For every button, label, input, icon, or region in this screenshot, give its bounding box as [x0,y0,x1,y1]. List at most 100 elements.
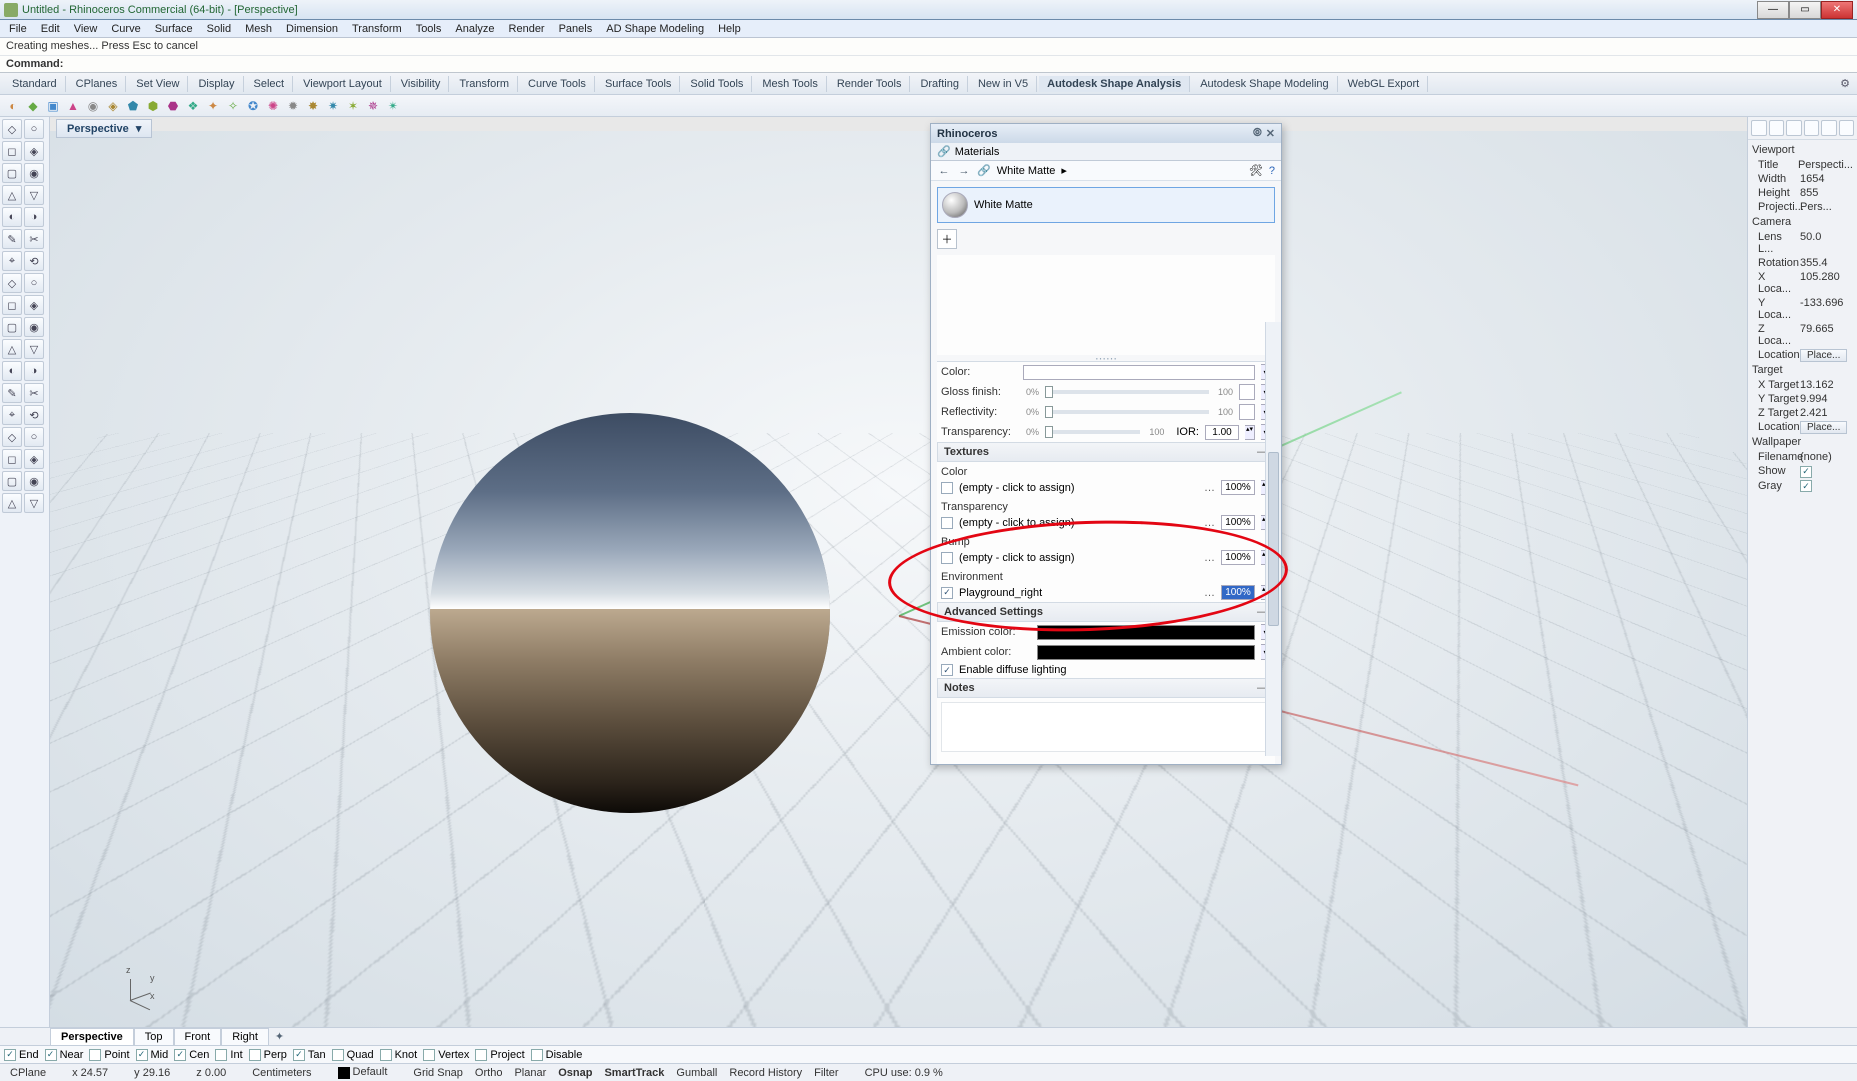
prop-tab-3-icon[interactable] [1786,120,1802,136]
tex-bump-slot[interactable]: (empty - click to assign) [959,552,1075,564]
tab-drafting[interactable]: Drafting [912,76,968,92]
wp-filename[interactable]: (none) [1800,451,1853,463]
menu-surface[interactable]: Surface [148,21,200,37]
tab-surface-tools[interactable]: Surface Tools [597,76,680,92]
toolbar-icon-8[interactable]: ⬣ [164,97,182,115]
tex-color-pct[interactable]: 100% [1221,480,1255,495]
tool-12-0[interactable]: ✎ [2,383,22,403]
ior-spin[interactable]: ▴▾ [1245,425,1255,440]
tool-0-1[interactable]: ○ [24,119,44,139]
osnap-mid[interactable]: ✓Mid [136,1049,169,1061]
cam-y[interactable]: -133.696 [1800,297,1853,321]
tgt-z[interactable]: 2.421 [1800,407,1853,419]
gloss-swatch[interactable] [1239,384,1255,400]
toolbar-icon-2[interactable]: ▣ [44,97,62,115]
tool-6-1[interactable]: ⟲ [24,251,44,271]
panel-tab-materials[interactable]: Materials [955,146,1000,158]
cam-lens[interactable]: 50.0 [1800,231,1853,255]
emission-swatch[interactable] [1037,625,1255,640]
viewtab-top[interactable]: Top [134,1028,174,1045]
tool-13-1[interactable]: ⟲ [24,405,44,425]
textures-section[interactable]: Textures— [937,442,1275,462]
tab-new-in-v5[interactable]: New in V5 [970,76,1037,92]
toolbar-icon-11[interactable]: ✧ [224,97,242,115]
osnap-int-check[interactable] [215,1049,227,1061]
diffuse-check[interactable]: ✓ [941,664,953,676]
tool-10-0[interactable]: △ [2,339,22,359]
tgt-x[interactable]: 13.162 [1800,379,1853,391]
menu-analyze[interactable]: Analyze [448,21,501,37]
status-planar[interactable]: Planar [508,1067,552,1079]
status-record-history[interactable]: Record History [723,1067,808,1079]
tool-15-0[interactable]: ◻ [2,449,22,469]
tool-7-1[interactable]: ○ [24,273,44,293]
tool-15-1[interactable]: ◈ [24,449,44,469]
tab-set-view[interactable]: Set View [128,76,188,92]
viewport-canvas[interactable]: z y x [50,131,1747,1027]
color-swatch[interactable] [1023,365,1255,380]
osnap-mid-check[interactable]: ✓ [136,1049,148,1061]
vp-title[interactable]: Perspecti... [1798,159,1853,171]
menu-help[interactable]: Help [711,21,748,37]
nav-fwd-icon[interactable]: → [957,165,971,177]
material-list-item[interactable]: White Matte [937,187,1275,223]
panel-scrollbar[interactable] [1265,322,1281,756]
tex-color-check[interactable] [941,482,953,494]
command-prompt[interactable]: Command: [0,55,1857,72]
menu-solid[interactable]: Solid [200,21,238,37]
tool-1-0[interactable]: ◻ [2,141,22,161]
tab-cplanes[interactable]: CPlanes [68,76,127,92]
tool-3-1[interactable]: ▽ [24,185,44,205]
tool-17-1[interactable]: ▽ [24,493,44,513]
cam-x[interactable]: 105.280 [1800,271,1853,295]
maximize-button[interactable]: ▭ [1789,1,1821,19]
tex-env-check[interactable]: ✓ [941,587,953,599]
toolbar-icon-15[interactable]: ✸ [304,97,322,115]
menu-ad-shape-modeling[interactable]: AD Shape Modeling [599,21,711,37]
toolbar-icon-16[interactable]: ✷ [324,97,342,115]
viewport-title-tab[interactable]: Perspective ▾ [56,119,152,138]
tab-standard[interactable]: Standard [4,76,66,92]
chevron-right-icon[interactable]: ▸ [1061,164,1067,177]
add-material-button[interactable]: ＋ [937,229,957,249]
tool-0-0[interactable]: ◇ [2,119,22,139]
notes-section[interactable]: Notes— [937,678,1275,698]
tab-display[interactable]: Display [190,76,243,92]
toolbar-icon-14[interactable]: ✹ [284,97,302,115]
tex-bump-check[interactable] [941,552,953,564]
tab-select[interactable]: Select [246,76,294,92]
cam-rotation[interactable]: 355.4 [1800,257,1853,269]
tool-16-1[interactable]: ◉ [24,471,44,491]
tool-9-1[interactable]: ◉ [24,317,44,337]
tab-autodesk-shape-analysis[interactable]: Autodesk Shape Analysis [1039,76,1190,92]
osnap-vertex[interactable]: Vertex [423,1049,469,1061]
notes-field[interactable] [941,702,1271,752]
osnap-perp[interactable]: Perp [249,1049,287,1061]
status-smarttrack[interactable]: SmartTrack [598,1067,670,1079]
toolbar-icon-6[interactable]: ⬟ [124,97,142,115]
refl-slider[interactable] [1045,410,1209,414]
ior-field[interactable] [1205,425,1239,440]
transp-slider[interactable] [1045,430,1140,434]
status-grid-snap[interactable]: Grid Snap [407,1067,469,1079]
toolbar-icon-1[interactable]: ◆ [24,97,42,115]
tab-solid-tools[interactable]: Solid Tools [682,76,752,92]
tex-env-pct[interactable]: 100% [1221,585,1255,600]
panel-help-icon[interactable]: ? [1269,165,1275,177]
toolbar-icon-19[interactable]: ✴ [384,97,402,115]
menu-curve[interactable]: Curve [104,21,147,37]
tool-10-1[interactable]: ▽ [24,339,44,359]
osnap-project[interactable]: Project [475,1049,524,1061]
tab-render-tools[interactable]: Render Tools [829,76,911,92]
osnap-quad[interactable]: Quad [332,1049,374,1061]
tool-17-0[interactable]: △ [2,493,22,513]
osnap-perp-check[interactable] [249,1049,261,1061]
menu-edit[interactable]: Edit [34,21,67,37]
tool-9-0[interactable]: ▢ [2,317,22,337]
tool-2-0[interactable]: ▢ [2,163,22,183]
tool-14-1[interactable]: ○ [24,427,44,447]
prop-tab-5-icon[interactable] [1821,120,1837,136]
tool-5-0[interactable]: ✎ [2,229,22,249]
tool-1-1[interactable]: ◈ [24,141,44,161]
toolbar-icon-10[interactable]: ✦ [204,97,222,115]
